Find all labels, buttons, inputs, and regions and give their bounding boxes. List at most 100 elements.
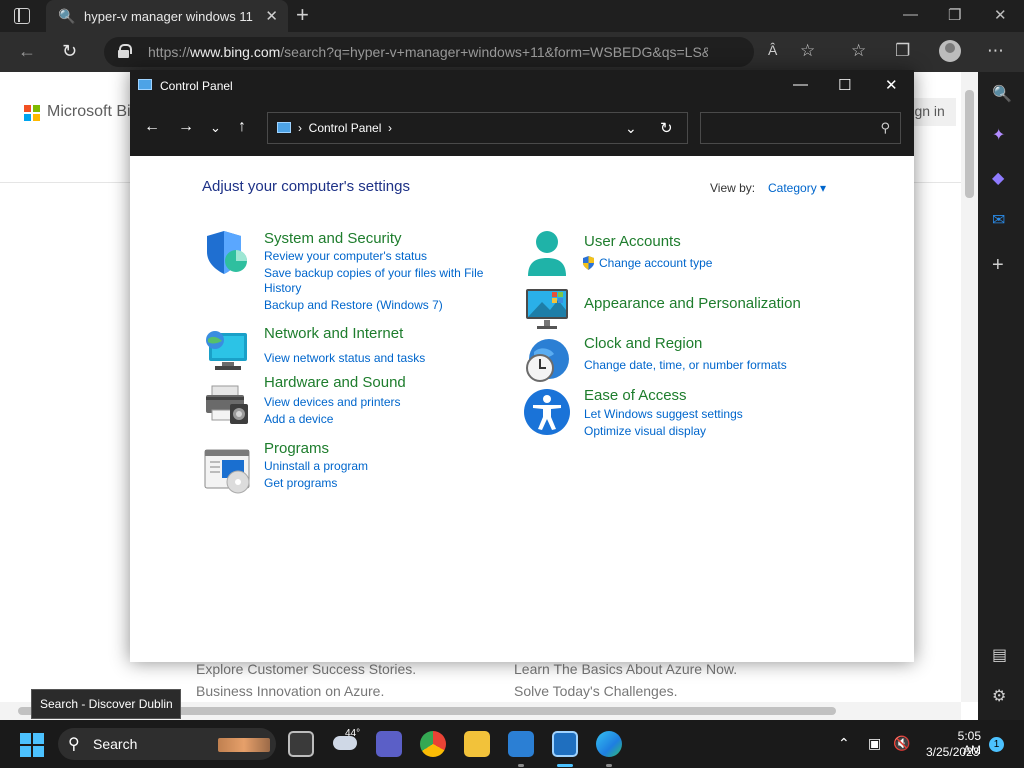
forward-button[interactable]: →: [178, 118, 194, 136]
category-link[interactable]: Let Windows suggest settings: [584, 407, 743, 422]
app-running-indicator: [606, 764, 612, 767]
chrome-icon[interactable]: [420, 731, 446, 757]
scroll-thumb[interactable]: [965, 90, 974, 198]
category-title[interactable]: System and Security: [264, 230, 402, 247]
address-bar[interactable]: https://www.bing.com/search?q=hyper-v+ma…: [104, 37, 815, 67]
tab-close-icon[interactable]: ✕: [265, 7, 278, 25]
back-button[interactable]: ←: [144, 118, 160, 136]
close-icon[interactable]: ✕: [885, 76, 898, 94]
search-icon[interactable]: 🔍: [992, 84, 1012, 104]
category-link[interactable]: Add a device: [264, 412, 333, 427]
category-link[interactable]: Backup and Restore (Windows 7): [264, 298, 443, 313]
back-button[interactable]: ←: [18, 41, 36, 62]
up-button[interactable]: ↑: [238, 118, 246, 136]
clock-globe-icon[interactable]: [524, 338, 570, 384]
category-title[interactable]: Network and Internet: [264, 325, 403, 342]
category-link[interactable]: View devices and printers: [264, 395, 401, 410]
chevron-up-icon[interactable]: ⌃: [838, 735, 850, 752]
lock-icon[interactable]: [118, 44, 132, 58]
hyper-v-manager-icon[interactable]: [508, 731, 534, 757]
favorites-icon[interactable]: ☆: [851, 41, 866, 61]
category-link[interactable]: Review your computer's status: [264, 249, 427, 264]
category-link[interactable]: History: [264, 281, 301, 296]
minimize-icon[interactable]: —: [793, 76, 808, 93]
refresh-button[interactable]: ↻: [62, 41, 77, 62]
promo-link[interactable]: Explore Customer Success Stories.: [196, 661, 416, 677]
category-title[interactable]: Clock and Region: [584, 335, 702, 352]
view-by-dropdown[interactable]: Category ▾: [768, 181, 826, 195]
url-text[interactable]: https://www.bing.com/search?q=hyper-v+ma…: [148, 44, 708, 60]
category-link[interactable]: Get programs: [264, 476, 337, 491]
network-globe-icon[interactable]: [204, 329, 250, 375]
close-window-icon[interactable]: ✕: [994, 6, 1007, 24]
control-panel-window: Control Panel — ☐ ✕ ← → ⌄ ↑ › Control Pa…: [130, 70, 914, 662]
network-icon[interactable]: ▣: [868, 735, 881, 752]
programs-icon[interactable]: [204, 448, 250, 494]
category-link[interactable]: Uninstall a program: [264, 459, 368, 474]
taskbar: ⚲ Search 44° ⌃ ▣ 🔇 5:05 AM 3/25/2023 1: [0, 720, 1024, 768]
breadcrumb[interactable]: › Control Panel ›: [298, 121, 392, 135]
start-button[interactable]: [20, 733, 44, 757]
clock-date[interactable]: 3/25/2023: [926, 745, 979, 759]
file-explorer-icon[interactable]: [464, 731, 490, 757]
tab-actions-icon[interactable]: [14, 8, 30, 24]
window-title-bar[interactable]: Control Panel — ☐ ✕: [130, 70, 914, 102]
recent-locations-icon[interactable]: ⌄: [210, 120, 221, 136]
category-link[interactable]: Change date, time, or number formats: [584, 358, 787, 373]
collections-icon[interactable]: ❐: [895, 41, 910, 61]
copilot-icon[interactable]: ✦: [992, 125, 1005, 145]
bing-search-icon: 🔍: [58, 8, 76, 24]
category-link[interactable]: View network status and tasks: [264, 351, 425, 366]
user-icon[interactable]: [524, 230, 570, 276]
category-link[interactable]: Optimize visual display: [584, 424, 706, 439]
tab-title: hyper-v manager windows 11 - Se: [84, 9, 256, 24]
task-view-icon[interactable]: [288, 731, 314, 757]
accessibility-icon[interactable]: [524, 389, 570, 435]
settings-more-icon[interactable]: ⋯: [987, 41, 1004, 61]
control-panel-taskbar-icon[interactable]: [552, 731, 578, 757]
category-link[interactable]: Save backup copies of your files with Fi…: [264, 266, 483, 281]
restore-icon[interactable]: ❐: [948, 6, 961, 24]
favorite-add-icon[interactable]: ☆: [800, 41, 815, 61]
shield-icon[interactable]: [204, 230, 250, 276]
category-title[interactable]: Appearance and Personalization: [584, 295, 801, 312]
promo-link[interactable]: Learn The Basics About Azure Now.: [514, 661, 737, 677]
uac-shield-icon: [582, 256, 595, 274]
search-input[interactable]: ⚲: [700, 112, 901, 144]
hide-sidebar-icon[interactable]: ▤: [992, 645, 1007, 665]
gear-icon[interactable]: ⚙: [992, 686, 1006, 706]
add-sidebar-icon[interactable]: +: [992, 254, 1004, 277]
refresh-icon[interactable]: ↻: [660, 119, 673, 137]
category-link[interactable]: Change account type: [599, 256, 712, 271]
maximize-icon[interactable]: ☐: [838, 76, 851, 94]
taskbar-search-tooltip: Search - Discover Dublin: [31, 689, 181, 719]
explorer-nav-bar: ← → ⌄ ↑ › Control Panel › ⌄ ↻ ⚲: [130, 102, 914, 156]
category-title[interactable]: Hardware and Sound: [264, 374, 406, 391]
edge-icon[interactable]: [596, 731, 622, 757]
printer-icon[interactable]: [204, 384, 250, 430]
outlook-icon[interactable]: ✉: [992, 210, 1005, 230]
search-icon: ⚲: [68, 736, 80, 753]
shopping-icon[interactable]: ◆: [992, 168, 1004, 188]
address-box[interactable]: › Control Panel › ⌄ ↻: [267, 112, 688, 144]
monitor-icon[interactable]: [524, 286, 570, 332]
new-tab-button[interactable]: +: [296, 4, 309, 26]
volume-muted-icon[interactable]: 🔇: [893, 735, 910, 752]
page-title: Adjust your computer's settings: [202, 178, 410, 195]
promo-link[interactable]: Solve Today's Challenges.: [514, 683, 678, 699]
vertical-scrollbar[interactable]: [961, 72, 978, 702]
category-title[interactable]: Programs: [264, 440, 329, 457]
notification-badge[interactable]: 1: [989, 737, 1004, 752]
category-title[interactable]: Ease of Access: [584, 387, 687, 404]
promo-link[interactable]: Business Innovation on Azure.: [196, 683, 384, 699]
read-aloud-icon[interactable]: Â: [768, 42, 777, 58]
teams-chat-icon[interactable]: [376, 731, 402, 757]
search-icon[interactable]: ⚲: [880, 120, 890, 136]
weather-cloud-icon[interactable]: [333, 736, 357, 750]
minimize-icon[interactable]: —: [903, 6, 918, 23]
chevron-down-icon[interactable]: ⌄: [625, 120, 637, 137]
browser-tab[interactable]: 🔍 hyper-v manager windows 11 - Se ✕: [46, 0, 288, 32]
profile-avatar[interactable]: [939, 40, 961, 62]
category-title[interactable]: User Accounts: [584, 233, 681, 250]
taskbar-search-box[interactable]: ⚲ Search: [58, 728, 276, 760]
